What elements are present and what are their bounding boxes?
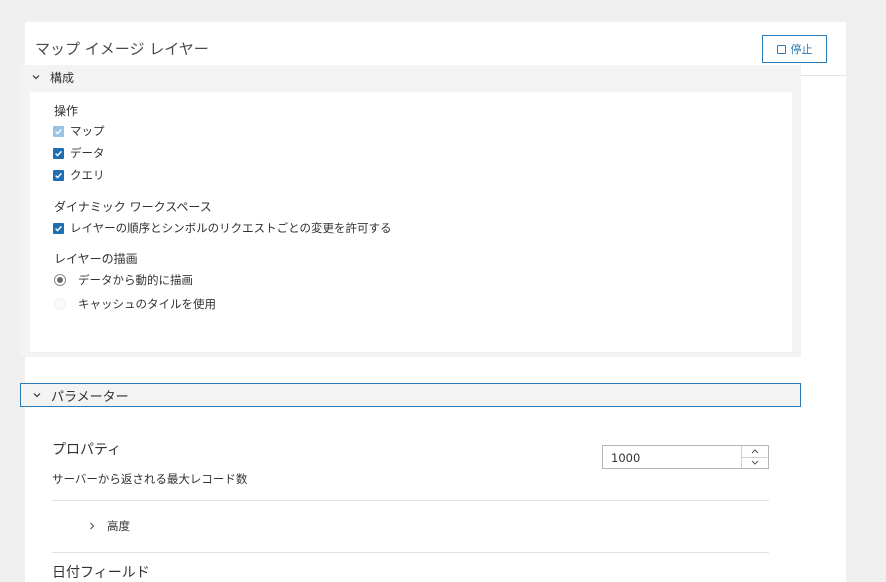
checkmark-icon — [53, 147, 64, 159]
parameters-section-body: プロパティ サーバーから返される最大レコード数 高度 日付フィールド — [30, 407, 792, 581]
date-fields-title: 日付フィールド — [52, 565, 150, 581]
operation-query-label: クエリ — [70, 168, 105, 182]
radio-selected-icon — [54, 274, 66, 286]
divider — [52, 500, 769, 501]
draw-cache-label: キャッシュのタイルを使用 — [78, 297, 216, 311]
stop-icon — [776, 44, 786, 54]
operations-label: 操作 — [54, 104, 79, 118]
operation-data-checkbox[interactable]: データ — [53, 145, 105, 161]
dynamic-workspace-checkbox[interactable]: レイヤーの順序とシンボルのリクエストごとの変更を許可する — [53, 220, 392, 236]
parameters-section-header[interactable]: パラメーター — [20, 383, 801, 407]
properties-title: プロパティ — [52, 442, 122, 458]
operation-map-label: マップ — [70, 124, 105, 138]
draw-dynamic-radio[interactable]: データから動的に描画 — [54, 272, 193, 288]
chevron-up-icon — [751, 449, 758, 454]
radio-unselected-icon — [54, 298, 66, 310]
config-section-header[interactable]: 構成 — [20, 65, 801, 89]
checkmark-icon — [53, 222, 64, 234]
stop-button-label: 停止 — [790, 43, 813, 56]
operation-query-checkbox[interactable]: クエリ — [53, 167, 105, 183]
chevron-down-icon — [751, 460, 758, 465]
parameters-section-title: パラメーター — [51, 389, 129, 405]
stop-button[interactable]: 停止 — [762, 35, 827, 63]
max-records-input[interactable] — [602, 445, 769, 469]
draw-cache-radio[interactable]: キャッシュのタイルを使用 — [54, 296, 216, 312]
altitude-toggle[interactable]: 高度 — [89, 518, 130, 534]
chevron-down-icon — [31, 389, 43, 401]
config-section-title: 構成 — [50, 70, 75, 85]
draw-dynamic-label: データから動的に描画 — [78, 273, 193, 287]
checkmark-icon — [53, 169, 64, 181]
max-records-label: サーバーから返される最大レコード数 — [52, 472, 248, 486]
max-records-value[interactable] — [611, 451, 731, 465]
config-section-body: 操作 マップ データ クエリ ダイナミック ワークスペース レイヤーの順序とシン… — [30, 92, 792, 352]
dynamic-workspace-option-label: レイヤーの順序とシンボルのリクエストごとの変更を許可する — [70, 221, 392, 235]
max-records-stepper — [741, 446, 768, 468]
chevron-right-icon — [89, 519, 95, 533]
divider — [52, 552, 769, 553]
checkmark-icon — [53, 125, 64, 137]
operation-data-label: データ — [70, 146, 105, 160]
decrement-button[interactable] — [742, 457, 767, 468]
drawing-label: レイヤーの描画 — [54, 252, 138, 266]
config-section: 構成 操作 マップ データ クエリ ダイナミック ワークスペース レイヤーの順序… — [20, 65, 801, 357]
operation-map-checkbox[interactable]: マップ — [53, 123, 105, 139]
page-title: マップ イメージ レイヤー — [35, 40, 209, 58]
altitude-label: 高度 — [107, 519, 130, 533]
chevron-down-icon — [30, 71, 42, 83]
dynamic-workspace-label: ダイナミック ワークスペース — [54, 200, 212, 214]
